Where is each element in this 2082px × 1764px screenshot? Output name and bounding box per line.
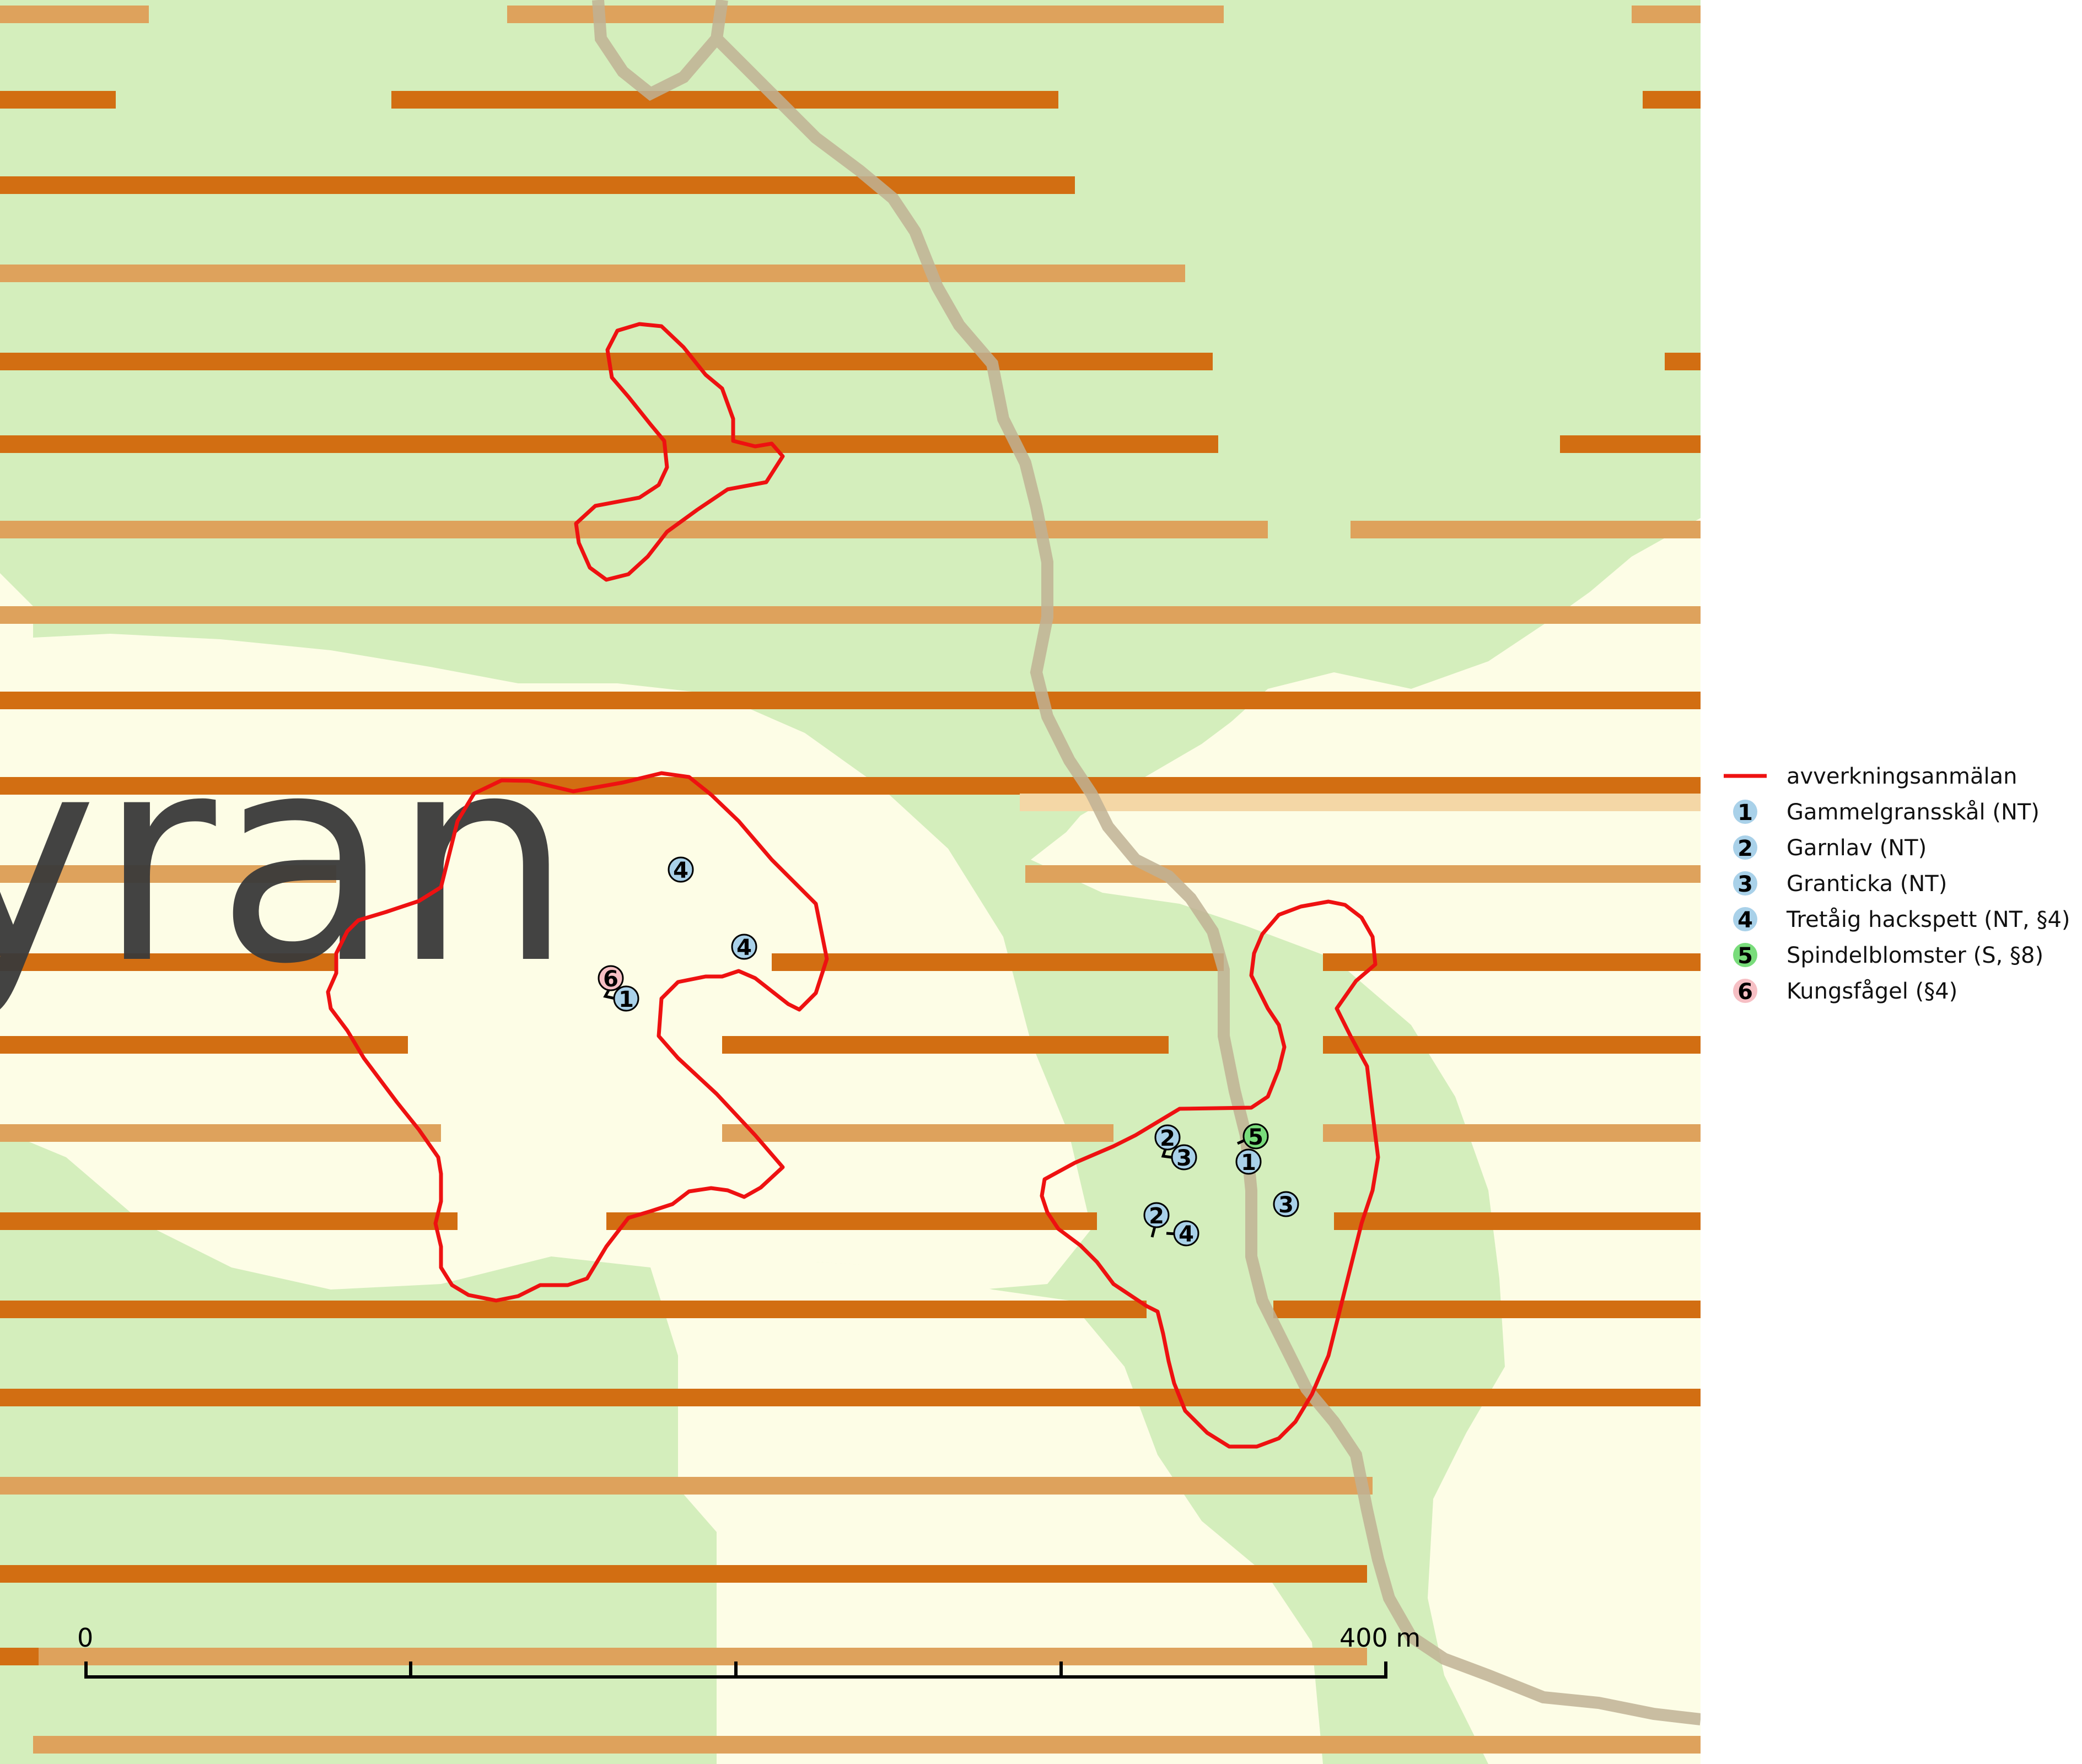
marker-number: 1 [618, 987, 634, 1012]
hatch-stripe [1020, 794, 1701, 811]
marker-number: 4 [673, 858, 688, 883]
legend-marker-number: 4 [1737, 908, 1753, 933]
hatch-stripe [1560, 435, 1701, 453]
map-legend: avverkningsanmälan 1 Gammelgransskål (NT) 2… [1724, 764, 2070, 1005]
hatch-stripe [0, 6, 149, 23]
hatch-stripe [0, 1389, 1701, 1406]
hatch-stripe [1334, 1212, 1701, 1230]
marker-number: 3 [1176, 1146, 1192, 1171]
hatch-stripe [1632, 6, 1701, 23]
legend-item-6: 5 Spindelblomster (S, §8) [1733, 943, 2043, 969]
hatch-stripe [33, 1736, 1701, 1754]
hatch-stripe [0, 1648, 39, 1665]
hatch-stripe [0, 1565, 1367, 1583]
scale-bar-end-label: 400 m [1339, 1623, 1421, 1653]
hatch-stripe [507, 6, 1224, 23]
marker-number: 4 [1179, 1222, 1194, 1247]
marker-number: 4 [736, 935, 752, 961]
legend-marker-number: 2 [1737, 836, 1753, 861]
legend-marker-number: 1 [1737, 800, 1753, 826]
hatch-stripe [1323, 953, 1701, 971]
hatch-stripe [772, 953, 1224, 971]
hatch-stripe [0, 1124, 441, 1142]
legend-label: Garnlav (NT) [1787, 835, 1927, 861]
legend-label: Kungsfågel (§4) [1787, 979, 1957, 1004]
hatch-stripe [0, 606, 1701, 624]
hatch-stripe [0, 1301, 1147, 1318]
marker-number: 2 [1149, 1204, 1164, 1229]
legend-item-2: 1 Gammelgransskål (NT) [1733, 800, 2040, 826]
legend-label: Gammelgransskål (NT) [1787, 800, 2040, 825]
legend-item-4: 3 Granticka (NT) [1733, 871, 1947, 897]
legend-marker-number: 3 [1737, 872, 1753, 897]
legend-label: Spindelblomster (S, §8) [1787, 943, 2043, 968]
hatch-stripe [1351, 521, 1701, 538]
legend-marker-number: 5 [1737, 943, 1753, 969]
hatch-stripe [606, 1212, 1097, 1230]
hatch-stripe [1643, 91, 1701, 109]
map-canvas: yran 44612351324 0 400 m avverkningsanmä… [0, 0, 2070, 1764]
place-name-label: yran [0, 693, 573, 1027]
hatch-stripe [0, 176, 1075, 194]
hatch-stripe [1323, 1036, 1701, 1054]
legend-item-1: avverkningsanmälan [1724, 764, 2017, 789]
hatch-stripe [1025, 865, 1701, 883]
legend-label: avverkningsanmälan [1787, 764, 2017, 789]
hatch-stripe [0, 91, 116, 109]
hatch-stripe [0, 1036, 408, 1054]
hatch-stripe [0, 521, 1268, 538]
hatch-stripe [0, 1212, 458, 1230]
marker-number: 2 [1160, 1126, 1175, 1151]
legend-marker-number: 6 [1737, 979, 1753, 1005]
legend-item-3: 2 Garnlav (NT) [1733, 835, 1927, 861]
hatch-stripe [39, 1648, 1367, 1665]
hatch-stripe [391, 91, 1058, 109]
legend-item-5: 4 Tretåig hackspett (NT, §4) [1733, 907, 2070, 933]
scale-bar-start-label: 0 [77, 1623, 93, 1653]
hatch-stripe [0, 435, 1218, 453]
hatch-stripe [722, 1036, 1169, 1054]
marker-number: 3 [1278, 1193, 1294, 1218]
marker-number: 6 [603, 967, 618, 992]
hatch-stripe [722, 1124, 1113, 1142]
hatch-stripe [0, 353, 1213, 370]
legend-label: Tretåig hackspett (NT, §4) [1786, 907, 2070, 932]
hatch-stripe [0, 265, 1185, 282]
hatch-stripe [1665, 353, 1701, 370]
hatch-stripe [0, 1477, 1373, 1495]
legend-label: Granticka (NT) [1787, 871, 1947, 897]
hatch-stripe [1323, 1124, 1701, 1142]
legend-item-7: 6 Kungsfågel (§4) [1733, 979, 1957, 1005]
marker-number: 1 [1241, 1150, 1256, 1175]
marker-number: 5 [1248, 1125, 1263, 1150]
